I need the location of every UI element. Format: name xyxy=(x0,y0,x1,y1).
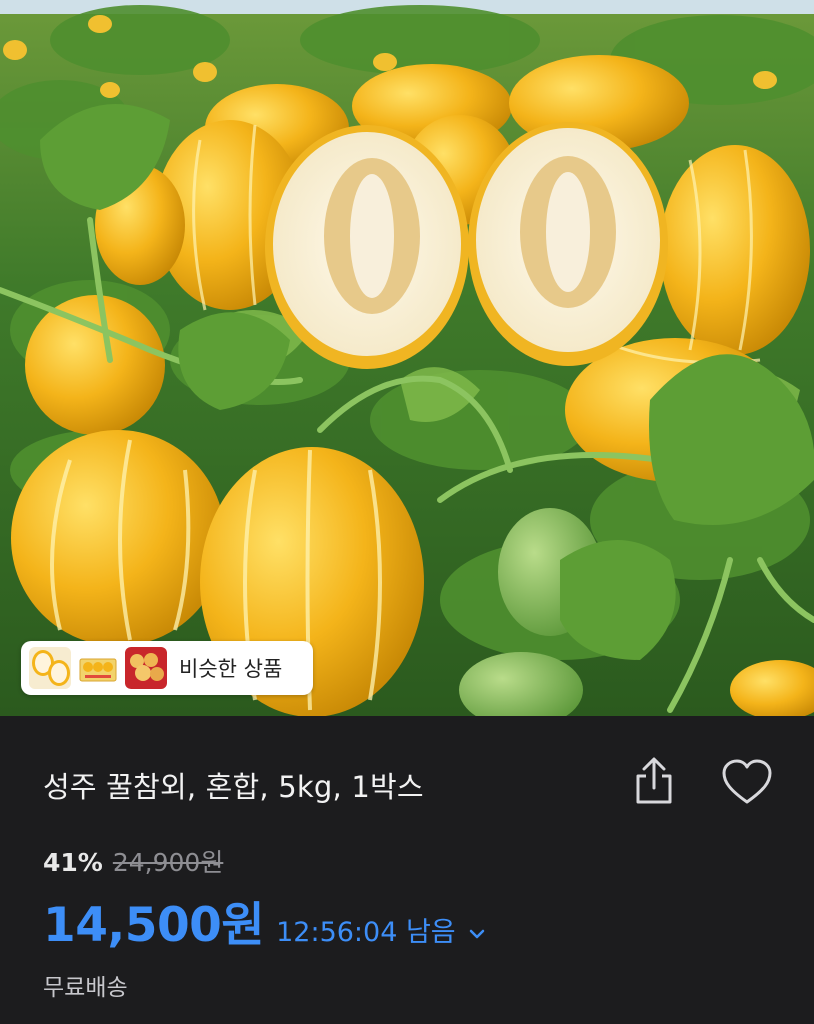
similar-thumb-3 xyxy=(125,647,167,689)
heart-icon xyxy=(722,759,772,804)
similar-products-button[interactable]: 비슷한 상품 xyxy=(21,641,313,695)
sale-price: 14,500원 xyxy=(43,898,265,953)
deal-timer[interactable]: 12:56:04 남음 xyxy=(276,910,488,949)
product-info-panel: 성주 꿀참외, 혼합, 5kg, 1박스 41% 24,900원 14,500원… xyxy=(0,716,814,1024)
product-title: 성주 꿀참외, 혼합, 5kg, 1박스 xyxy=(43,770,424,804)
similar-products-label: 비슷한 상품 xyxy=(179,657,283,681)
similar-thumb-1 xyxy=(29,647,71,689)
chevron-down-icon xyxy=(469,929,485,939)
deal-timer-text: 12:56:04 남음 xyxy=(276,917,456,948)
discount-rate: 41% xyxy=(43,848,103,877)
product-image[interactable]: 비슷한 상품 xyxy=(0,0,814,716)
original-price: 24,900원 xyxy=(112,848,224,877)
like-button[interactable] xyxy=(720,758,774,806)
similar-thumb-2 xyxy=(77,647,119,689)
share-button[interactable] xyxy=(630,754,678,808)
shipping-info: 무료배송 xyxy=(43,975,128,1001)
share-icon xyxy=(636,757,672,804)
price-row: 14,500원 12:56:04 남음 xyxy=(43,886,488,955)
discount-row: 41% 24,900원 xyxy=(43,843,223,879)
